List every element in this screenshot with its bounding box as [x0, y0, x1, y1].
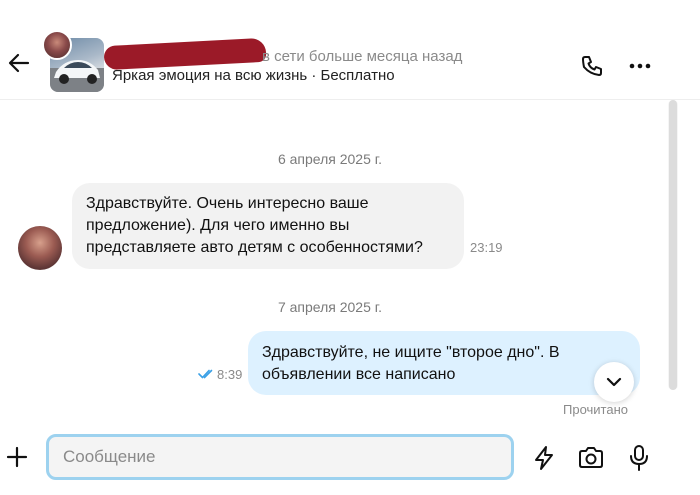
plus-icon: [6, 446, 28, 468]
scrollbar[interactable]: [668, 100, 678, 390]
more-options-button[interactable]: [626, 52, 654, 80]
voice-message-button[interactable]: [626, 443, 652, 473]
more-horizontal-icon: [629, 63, 651, 69]
bolt-icon: [535, 446, 553, 470]
chevron-down-icon: [606, 377, 622, 387]
date-separator: 6 апреля 2025 г.: [277, 151, 383, 167]
quick-reply-button[interactable]: [530, 444, 558, 472]
message-composer: [0, 420, 700, 495]
camera-icon: [579, 447, 603, 468]
read-status: Прочитано: [563, 402, 628, 417]
attach-button[interactable]: [4, 444, 30, 470]
phone-icon: [582, 56, 602, 76]
redacted-name: [103, 37, 267, 71]
scroll-to-bottom-button[interactable]: [594, 362, 634, 402]
message-text: Здравствуйте. Очень интересно ваше предл…: [86, 195, 423, 256]
message-time: 8:39: [217, 367, 243, 382]
message-input[interactable]: [46, 434, 514, 480]
date-separator: 7 апреля 2025 г.: [277, 299, 383, 315]
chat-header: в сети больше месяца назад Яркая эмоция …: [0, 0, 700, 100]
listing-title[interactable]: Яркая эмоция на всю жизнь · Бесплатно: [112, 67, 395, 84]
microphone-icon: [630, 445, 648, 471]
sender-avatar[interactable]: [18, 226, 62, 270]
online-status: в сети больше месяца назад: [262, 48, 463, 65]
message-time: 23:19: [470, 240, 503, 255]
call-button[interactable]: [578, 52, 606, 80]
camera-button[interactable]: [576, 444, 606, 472]
back-button[interactable]: [6, 50, 32, 76]
arrow-left-icon: [8, 53, 30, 73]
outgoing-message[interactable]: Здравствуйте, не ищите "второе дно". В о…: [248, 331, 640, 395]
incoming-message[interactable]: Здравствуйте. Очень интересно ваше предл…: [72, 183, 464, 269]
message-text: Здравствуйте, не ищите "второе дно". В о…: [262, 344, 560, 383]
double-check-icon: [198, 369, 213, 379]
scrollbar-thumb[interactable]: [669, 100, 677, 390]
seller-avatar[interactable]: [42, 30, 72, 60]
